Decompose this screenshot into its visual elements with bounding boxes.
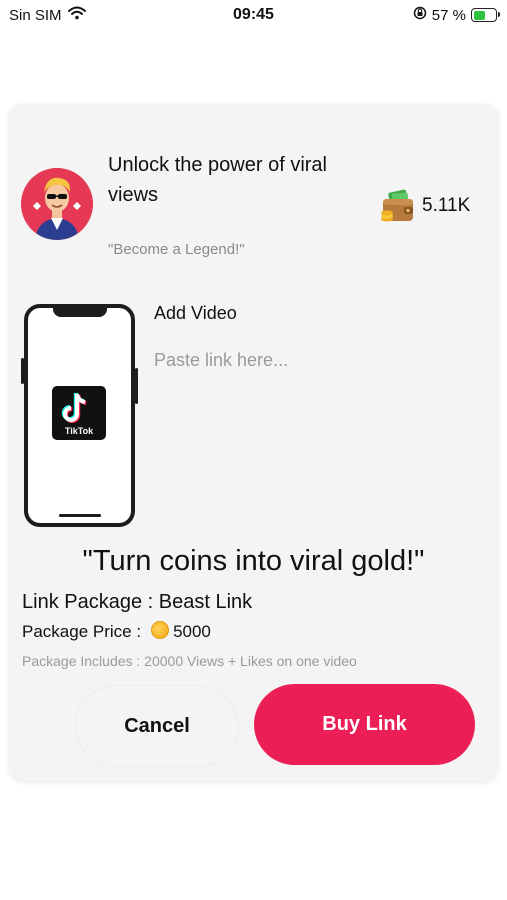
price-value: 5000 [173,622,211,641]
battery-icon [471,8,500,22]
cancel-button[interactable]: Cancel [75,685,239,767]
coin-balance: 5.11K [422,195,471,216]
purchase-card: Unlock the power of viral views "Become … [9,104,498,781]
avatar [21,168,93,240]
carrier-label: Sin SIM [9,6,62,24]
avatar-illustration [21,168,93,240]
package-price: Package Price : 5000 [22,621,211,642]
add-video-label: Add Video [154,303,237,323]
headline: Unlock the power of viral views [108,154,327,206]
buy-link-button[interactable]: Buy Link [254,684,475,765]
slogan: "Turn coins into viral gold!" [82,545,425,577]
status-left: Sin SIM [9,6,86,24]
wifi-icon [67,6,86,24]
wallet-icon [380,188,416,224]
tiktok-logo-icon: TikTok [52,386,106,440]
tiktok-logo-text: TikTok [64,426,94,436]
phone-side-button [135,368,138,404]
package-includes: Package Includes : 20000 Views + Likes o… [22,653,357,669]
phone-side-button [21,358,24,384]
battery-level [473,10,486,20]
phone-home-indicator [59,514,101,517]
coin-icon [151,621,170,639]
video-link-input[interactable] [154,342,474,378]
phone-mockup: TikTok [21,304,138,527]
battery-percent: 57 % [431,6,466,24]
package-name: Link Package : Beast Link [22,591,253,613]
status-bar: Sin SIM 09:45 57 % [0,0,507,30]
tagline: "Become a Legend!" [108,241,245,258]
orientation-lock-icon [413,6,427,24]
phone-notch [53,307,107,317]
price-label: Package Price : [22,622,142,641]
status-right: 57 % [413,6,500,24]
